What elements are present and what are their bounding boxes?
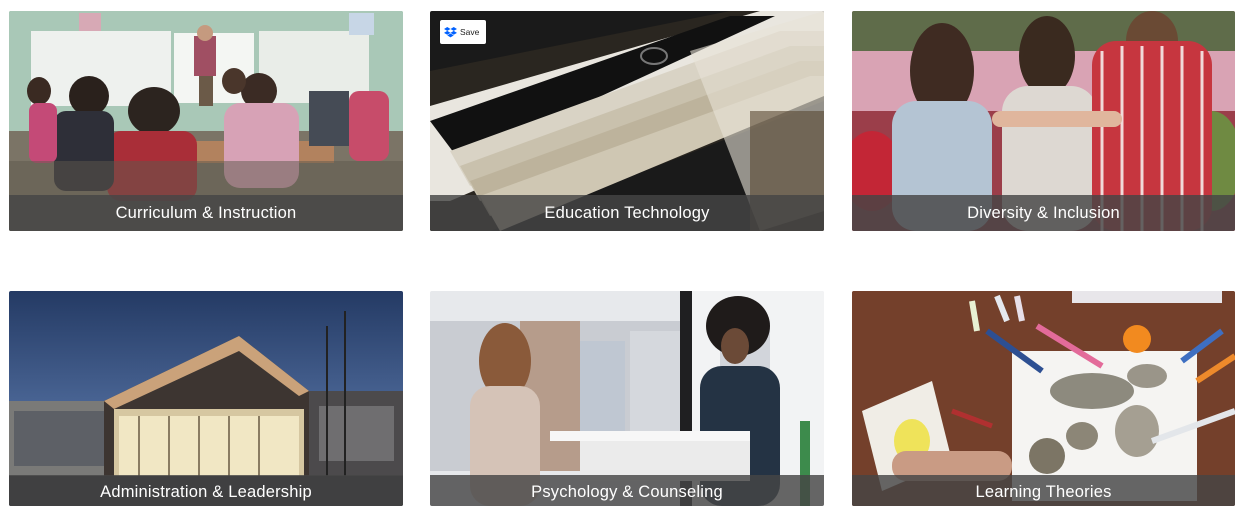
topic-card-grid: Curriculum & Instruction Save Education … — [0, 0, 1235, 506]
card-psychology-counseling[interactable]: Psychology & Counseling — [430, 291, 824, 506]
art-supplies-photo — [852, 291, 1235, 506]
card-education-technology[interactable]: Save Education Technology — [430, 11, 824, 231]
card-title: Diversity & Inclusion — [852, 195, 1235, 231]
save-label: Save — [460, 27, 480, 37]
card-learning-theories[interactable]: Learning Theories — [852, 291, 1235, 506]
card-title: Curriculum & Instruction — [9, 195, 403, 231]
dropbox-icon — [444, 26, 457, 37]
card-curriculum-instruction[interactable]: Curriculum & Instruction — [9, 11, 403, 231]
card-diversity-inclusion[interactable]: Diversity & Inclusion — [852, 11, 1235, 231]
card-title: Learning Theories — [852, 475, 1235, 506]
counseling-session-photo — [430, 291, 824, 506]
card-title: Administration & Leadership — [9, 475, 403, 506]
card-administration-leadership[interactable]: Administration & Leadership — [9, 291, 403, 506]
card-title: Education Technology — [430, 195, 824, 231]
campus-building-photo — [9, 291, 403, 506]
dropbox-save-button[interactable]: Save — [440, 20, 486, 44]
card-title: Psychology & Counseling — [430, 475, 824, 506]
